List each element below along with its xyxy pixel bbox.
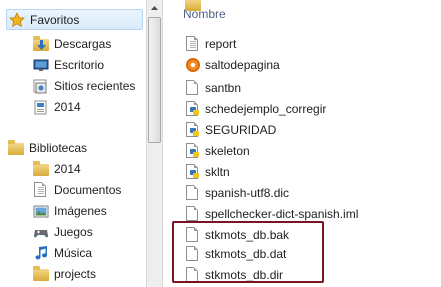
nav-group-label: Favoritos [30, 12, 80, 27]
libraries-icon [8, 139, 24, 156]
nav-group-label: Bibliotecas [29, 140, 88, 155]
nav-item-label: Sitios recientes [54, 78, 136, 93]
nav-item-descargas[interactable]: Descargas [33, 33, 111, 54]
file-name: stkmots_db.dir [205, 267, 284, 282]
file-row[interactable]: spellchecker-dict-spanish.iml [185, 203, 358, 224]
music-library-icon [33, 245, 49, 261]
file-name: SEGURIDAD [205, 122, 277, 137]
nav-item-library-2014[interactable]: 2014 [33, 158, 81, 179]
file-row[interactable]: report [185, 33, 236, 54]
folder-icon [185, 0, 201, 13]
recent-places-icon [33, 78, 49, 94]
file-row[interactable]: stkmots_db.bak [185, 224, 289, 245]
nav-item-label: Documentos [54, 182, 122, 197]
file-name: skeleton [205, 143, 250, 158]
nav-item-label: 2014 [54, 99, 81, 114]
navigation-pane: Favoritos Descargas Escritorio Sitios re… [0, 0, 146, 287]
nav-item-label: Música [54, 245, 93, 260]
documents-library-icon [33, 181, 49, 198]
file-row[interactable]: saltodepagina [185, 54, 280, 75]
file-name: saltodepagina [205, 57, 280, 72]
nav-item-escritorio[interactable]: Escritorio [33, 54, 104, 75]
nav-item-label: Descargas [54, 36, 112, 51]
file-icon [185, 245, 200, 262]
file-name: report [205, 36, 237, 51]
nav-group-favorites[interactable]: Favoritos [6, 9, 143, 30]
nav-item-label: 2014 [54, 161, 81, 176]
file-icon [185, 205, 200, 222]
file-name: spellchecker-dict-spanish.iml [205, 206, 359, 221]
file-row[interactable]: spanish-utf8.dic [185, 182, 289, 203]
file-icon [185, 266, 200, 283]
nav-item-label: Imágenes [54, 203, 107, 218]
file-row[interactable]: stkmots_db.dir [185, 264, 283, 285]
file-name: schedejemplo_corregir [205, 101, 327, 116]
nav-item-label: Escritorio [54, 57, 105, 72]
nav-item-sitios-recientes[interactable]: Sitios recientes [33, 75, 135, 96]
desktop-icon [33, 57, 49, 73]
games-icon [33, 224, 49, 240]
python-file-icon [185, 142, 200, 159]
file-row-partial[interactable] [185, 0, 205, 15]
file-icon [185, 184, 200, 201]
file-row[interactable]: santbn [185, 77, 241, 98]
star-icon [9, 11, 25, 28]
nav-scrollbar[interactable] [146, 0, 163, 287]
nav-item-2014[interactable]: 2014 [33, 96, 81, 117]
file-row[interactable]: schedejemplo_corregir [185, 98, 326, 119]
text-file-icon [185, 35, 200, 52]
nav-group-bibliotecas[interactable]: Bibliotecas [8, 137, 87, 158]
python-file-icon [185, 163, 200, 180]
file-name: stkmots_db.dat [205, 246, 287, 261]
python-file-icon [185, 100, 200, 117]
nav-item-label: projects [54, 266, 97, 281]
file-row[interactable]: skeleton [185, 140, 250, 161]
nav-item-juegos[interactable]: Juegos [33, 221, 93, 242]
library-folder-icon [33, 265, 49, 282]
file-icon [185, 226, 200, 243]
file-row[interactable]: stkmots_db.dat [185, 243, 286, 264]
file-row[interactable]: SEGURIDAD [185, 119, 276, 140]
folder-icon [33, 99, 49, 115]
nav-item-projects[interactable]: projects [33, 263, 96, 284]
file-name: skltn [205, 164, 230, 179]
pictures-library-icon [33, 203, 49, 219]
nav-item-label: Juegos [54, 224, 93, 239]
downloads-folder-icon [33, 35, 49, 52]
file-name: spanish-utf8.dic [205, 185, 290, 200]
file-list-pane: Nombre report saltodepagina santbn sched… [163, 0, 441, 287]
gear-file-icon [185, 57, 200, 73]
scroll-up-arrow-icon[interactable] [147, 0, 162, 16]
file-icon [185, 79, 200, 96]
python-file-icon [185, 121, 200, 138]
file-row[interactable]: skltn [185, 161, 230, 182]
library-folder-icon [33, 160, 49, 177]
nav-item-musica[interactable]: Música [33, 242, 92, 263]
file-name: stkmots_db.bak [205, 227, 290, 242]
scrollbar-thumb[interactable] [148, 17, 161, 143]
nav-item-documentos[interactable]: Documentos [33, 179, 121, 200]
file-name: santbn [205, 80, 242, 95]
nav-item-imagenes[interactable]: Imágenes [33, 200, 107, 221]
